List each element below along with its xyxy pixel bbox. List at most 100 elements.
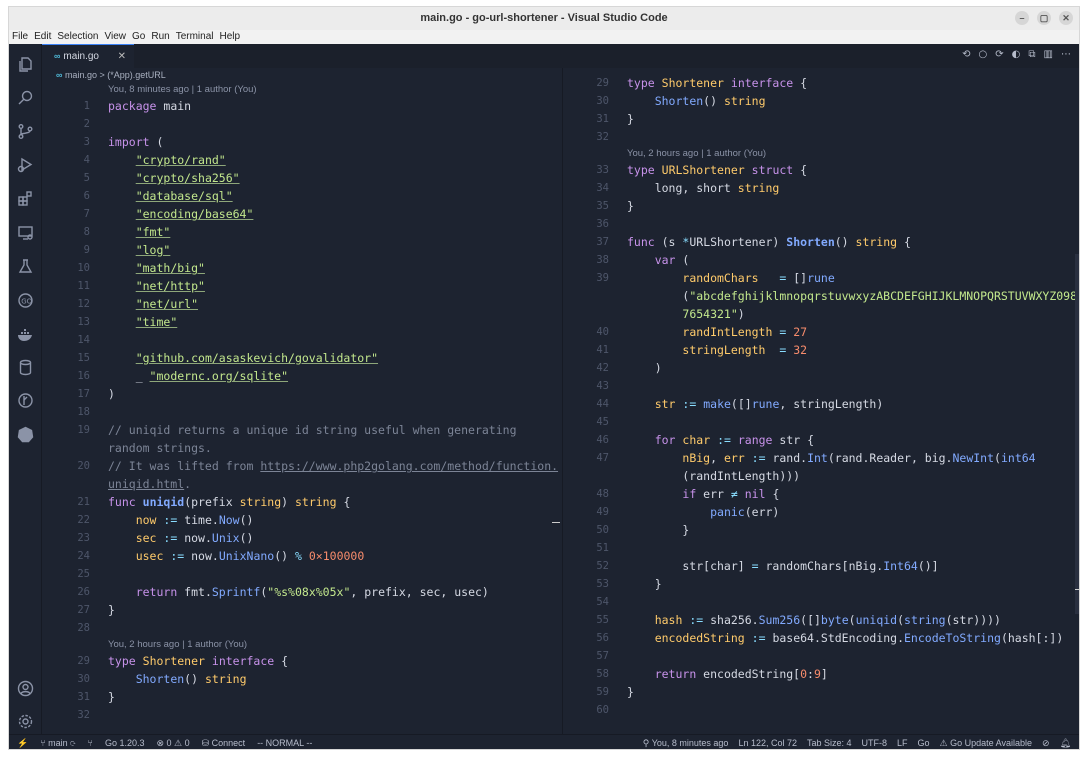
- remote-icon[interactable]: ⚡: [17, 735, 28, 749]
- menu-run[interactable]: Run: [151, 30, 169, 44]
- compare-icon[interactable]: ◐: [1012, 49, 1021, 60]
- code-line: 21 func uniqid(prefix string) string {: [77, 495, 351, 509]
- code-line: 55 hash := sha256.Sum256([]byte(uniqid(s…: [596, 613, 1001, 627]
- code-line: 6 "database/sql": [83, 189, 233, 203]
- notifications-bell-icon[interactable]: 🔔︎: [1060, 735, 1071, 749]
- go-version-status[interactable]: Go 1.20.3: [105, 735, 145, 749]
- broadcast-icon[interactable]: ⊘: [1042, 735, 1050, 749]
- go-icon[interactable]: GO: [17, 292, 34, 309]
- split-divider[interactable]: [562, 68, 563, 734]
- code-line: 12 "net/url": [77, 297, 199, 311]
- code-line: 56 encodedString := base64.StdEncoding.E…: [596, 631, 1064, 645]
- open-changes-icon[interactable]: ⧉: [1028, 49, 1035, 60]
- title-bar: main.go - go-url-shortener - Visual Stud…: [9, 7, 1079, 30]
- code-line: 43: [596, 380, 609, 392]
- minimize-button[interactable]: –: [1015, 11, 1029, 25]
- more-actions-icon[interactable]: ⋯: [1061, 49, 1071, 60]
- tab-main-go[interactable]: ∞ main.go ✕: [42, 44, 134, 68]
- run-debug-icon[interactable]: [17, 156, 34, 173]
- menu-terminal[interactable]: Terminal: [176, 30, 214, 44]
- scroll-marker: [1075, 589, 1079, 590]
- code-line: 13 "time": [77, 315, 178, 329]
- code-line: 38 var (: [596, 253, 690, 267]
- code-line: 59}: [596, 685, 634, 699]
- status-bar: ⚡ ⑂ main ⟳ ⑂ Go 1.20.3 ⊗ 0 ⚠ 0 ⛁ Connect…: [9, 734, 1079, 749]
- code-line: 32: [77, 709, 90, 721]
- settings-gear-icon[interactable]: [17, 713, 34, 730]
- blame-status[interactable]: ⚲ You, 8 minutes ago: [643, 735, 729, 749]
- go-back-icon[interactable]: ⟲: [962, 49, 970, 60]
- code-line: 33 type URLShortener struct {: [596, 163, 808, 177]
- menu-selection[interactable]: Selection: [57, 30, 98, 44]
- cursor-position-status[interactable]: Ln 122, Col 72: [738, 735, 797, 749]
- activity-bar: GO: [9, 44, 42, 734]
- search-icon[interactable]: [17, 89, 34, 106]
- code-line: 47 nBig, err := rand.Int(rand.Reader, bi…: [596, 451, 1036, 465]
- code-line: 16 _ "modernc.org/sqlite": [77, 369, 289, 383]
- close-tab-icon[interactable]: ✕: [118, 45, 126, 68]
- menu-view[interactable]: View: [105, 30, 127, 44]
- account-icon[interactable]: [17, 680, 34, 697]
- code-line: 45: [596, 416, 609, 428]
- codelens-blame[interactable]: You, 2 hours ago | 1 author (You): [42, 637, 562, 652]
- git-graph-status-icon[interactable]: ⑂: [88, 735, 93, 749]
- docker-icon[interactable]: [17, 326, 34, 343]
- maximize-button[interactable]: ▢: [1037, 11, 1051, 25]
- code-line: 46 for char := range str {: [596, 433, 815, 447]
- window-title: main.go - go-url-shortener - Visual Stud…: [420, 12, 668, 24]
- code-line: 60: [596, 704, 609, 716]
- code-line: 26 return fmt.Sprintf("%s%08x%05x", pref…: [77, 585, 489, 599]
- code-line: 31}: [596, 112, 634, 126]
- go-file-icon: ∞: [54, 51, 61, 61]
- editor-right[interactable]: 29 type Shortener interface { 30 Shorten(…: [571, 74, 1079, 726]
- go-update-status[interactable]: ⚠ Go Update Available: [940, 735, 1032, 749]
- breadcrumb-symbol[interactable]: (*App).getURL: [107, 70, 166, 80]
- menu-edit[interactable]: Edit: [34, 30, 51, 44]
- kubernetes-icon[interactable]: [17, 426, 34, 443]
- code-line: 58 return encodedString[0:9]: [596, 667, 828, 681]
- encoding-status[interactable]: UTF-8: [862, 735, 888, 749]
- extensions-icon[interactable]: [17, 190, 34, 207]
- problems-status[interactable]: ⊗ 0 ⚠ 0: [156, 735, 189, 749]
- scrollbar-thumb[interactable]: [1075, 254, 1079, 614]
- git-graph-icon[interactable]: [17, 392, 34, 409]
- go-file-icon: ∞: [56, 70, 63, 80]
- code-line: 52 str[char] = randomChars[nBig.Int64()]: [596, 559, 939, 573]
- code-line: 18: [77, 406, 90, 418]
- code-line: 24 usec := now.UnixNano() % 0×100000: [77, 549, 365, 563]
- menu-help[interactable]: Help: [220, 30, 241, 44]
- editor-left[interactable]: You, 8 minutes ago | 1 author (You) 1 pac…: [42, 82, 562, 734]
- tab-bar: ∞ main.go ✕ ⟲ ○ ⟳ ◐ ⧉ ▥ ⋯: [42, 44, 1079, 68]
- source-control-icon[interactable]: [17, 123, 34, 140]
- tab-label: main.go: [63, 51, 99, 62]
- code-line: 32: [596, 131, 609, 143]
- go-forward-icon[interactable]: ⟳: [995, 49, 1003, 60]
- close-window-button[interactable]: ✕: [1059, 11, 1073, 25]
- codelens-blame[interactable]: You, 8 minutes ago | 1 author (You): [42, 82, 562, 97]
- code-line: 29 type Shortener interface {: [77, 654, 289, 668]
- circle-icon[interactable]: ○: [979, 49, 988, 60]
- code-line: 51: [596, 542, 609, 554]
- code-line: 5 "crypto/sha256": [83, 171, 240, 185]
- testing-icon[interactable]: [17, 258, 34, 275]
- breadcrumb-file[interactable]: main.go: [65, 70, 97, 80]
- code-line: 10 "math/big": [77, 261, 205, 275]
- menu-go[interactable]: Go: [132, 30, 145, 44]
- codelens-blame[interactable]: You, 2 hours ago | 1 author (You): [571, 146, 1079, 161]
- code-line: 36: [596, 218, 609, 230]
- code-line: 15 "github.com/asaskevich/govalidator": [77, 351, 379, 365]
- branch-status[interactable]: ⑂ main ⟳: [40, 735, 75, 749]
- menu-file[interactable]: File: [12, 30, 28, 44]
- code-line: ("abcdefghijklmnopqrstuvwxyzABCDEFGHIJKL…: [627, 289, 1078, 303]
- code-line: 9 "log": [83, 243, 171, 257]
- code-line: 53 }: [596, 577, 662, 591]
- tab-size-status[interactable]: Tab Size: 4: [807, 735, 852, 749]
- code-line: 14: [77, 334, 90, 346]
- remote-explorer-icon[interactable]: [17, 224, 34, 241]
- language-status[interactable]: Go: [918, 735, 930, 749]
- connect-status[interactable]: ⛁ Connect: [202, 735, 246, 749]
- split-editor-icon[interactable]: ▥: [1044, 49, 1053, 60]
- database-icon[interactable]: [17, 359, 34, 376]
- files-icon[interactable]: [17, 56, 34, 73]
- eol-status[interactable]: LF: [897, 735, 908, 749]
